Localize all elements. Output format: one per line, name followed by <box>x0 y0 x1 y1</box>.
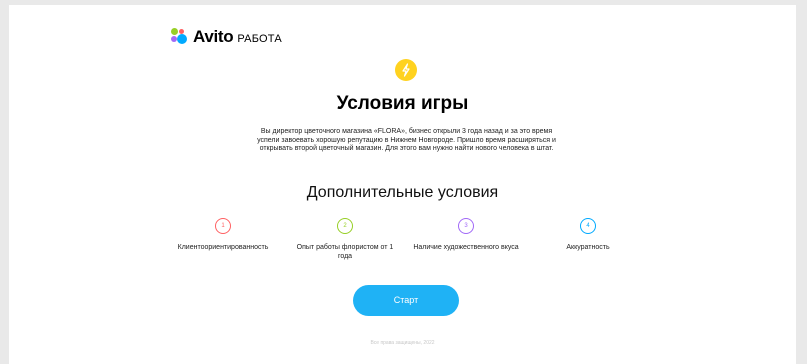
game-description: Вы директор цветочного магазина «FLORA»,… <box>257 128 556 153</box>
avito-logo[interactable]: Avito РАБОТА <box>171 27 282 47</box>
condition-label: Клиентоориентированность <box>177 244 269 251</box>
condition-item: 3 Наличие художественного вкуса <box>411 218 521 252</box>
condition-item: 2 Опыт работы флористом от 1 года <box>290 218 400 261</box>
footer-copyright: Все права защищены, 2022 <box>370 340 435 346</box>
avito-dots-icon <box>171 28 189 46</box>
condition-number: 1 <box>215 218 231 234</box>
page: Avito РАБОТА Условия игры Вы директор цв… <box>9 5 796 364</box>
logo-word: Avito <box>193 27 234 46</box>
condition-number: 3 <box>458 218 474 234</box>
condition-number: 2 <box>337 218 353 234</box>
condition-item: 4 Аккуратность <box>533 218 643 252</box>
condition-label: Наличие художественного вкуса <box>413 244 519 251</box>
lightning-icon <box>395 59 417 81</box>
logo-subtitle: РАБОТА <box>237 32 282 45</box>
condition-item: 1 Клиентоориентированность <box>168 218 278 252</box>
condition-number: 4 <box>580 218 596 234</box>
start-button[interactable]: Старт <box>353 285 459 316</box>
condition-label: Опыт работы флористом от 1 года <box>296 244 394 260</box>
condition-label: Аккуратность <box>566 244 610 251</box>
page-title: Условия игры <box>336 93 469 114</box>
conditions-title: Дополнительные условия <box>306 184 499 201</box>
